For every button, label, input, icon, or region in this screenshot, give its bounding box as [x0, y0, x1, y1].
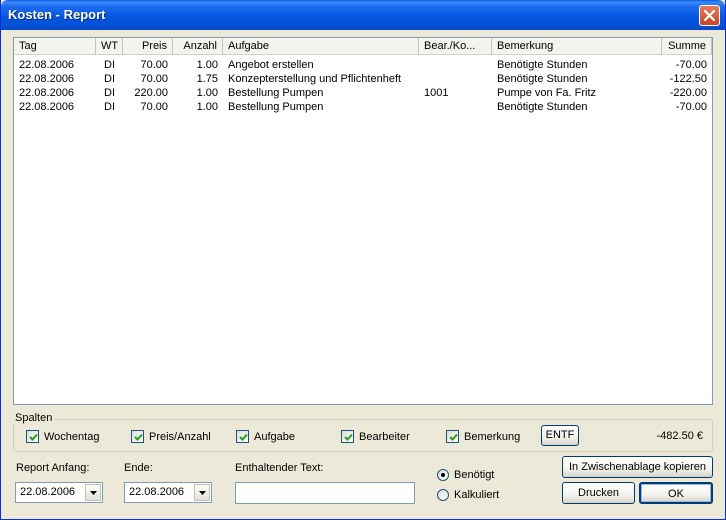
cell-preis: 220.00 — [134, 87, 168, 99]
total-sum: -482.50 € — [656, 430, 703, 442]
dropdown-button[interactable] — [194, 484, 210, 501]
cell-anzahl: 1.00 — [196, 59, 218, 71]
cell-summe: -70.00 — [675, 59, 707, 71]
checkbox-label: Preis/Anzahl — [149, 431, 211, 443]
table-row[interactable]: 22.08.2006 DI 70.00 1.00 Bestellung Pump… — [14, 100, 712, 114]
cell-wt: DI — [104, 59, 115, 71]
entf-button[interactable]: ENTF — [541, 425, 579, 446]
chevron-down-icon — [199, 491, 206, 495]
cell-preis: 70.00 — [140, 73, 168, 85]
cell-wt: DI — [104, 101, 115, 113]
report-start-value: 22.08.2006 — [20, 486, 76, 498]
cell-preis: 70.00 — [140, 101, 168, 113]
checkmark-icon — [449, 433, 458, 441]
checkbox-label: Wochentag — [44, 431, 100, 443]
report-start-label: Report Anfang: — [16, 462, 90, 474]
title-bar[interactable]: Kosten - Report — [1, 0, 725, 30]
checkmark-icon — [134, 433, 143, 441]
column-header-bemerkung[interactable]: Bemerkung — [492, 38, 662, 55]
radio-label: Benötigt — [454, 469, 495, 481]
cell-bemerkung: Pumpe von Fa. Fritz — [497, 87, 597, 99]
cell-aufgabe: Angebot erstellen — [228, 59, 314, 71]
chevron-down-icon — [90, 491, 97, 495]
cell-summe: -220.00 — [669, 87, 707, 99]
report-end-value: 22.08.2006 — [129, 486, 185, 498]
checkbox-label: Bemerkung — [464, 431, 521, 443]
column-header-bearbeiter[interactable]: Bear./Ko... — [419, 38, 492, 55]
print-button[interactable]: Drucken — [562, 482, 635, 504]
close-button[interactable] — [699, 5, 720, 26]
columns-group-legend: Spalten — [13, 412, 55, 424]
cell-bearbeiter: 1001 — [424, 87, 449, 99]
search-text-input[interactable] — [235, 482, 415, 504]
cell-preis: 70.00 — [140, 59, 168, 71]
table-row[interactable]: 22.08.2006 DI 70.00 1.00 Angebot erstell… — [14, 58, 712, 72]
window-title: Kosten - Report — [8, 7, 106, 22]
column-header-anzahl[interactable]: Anzahl — [173, 38, 223, 55]
checkbox-label: Aufgabe — [254, 431, 295, 443]
cell-anzahl: 1.00 — [196, 101, 218, 113]
cell-bemerkung: Benötigte Stunden — [497, 73, 588, 85]
report-end-label: Ende: — [124, 462, 153, 474]
ok-button[interactable]: OK — [639, 482, 713, 504]
report-end-date[interactable]: 22.08.2006 — [124, 482, 212, 503]
cell-tag: 22.08.2006 — [19, 87, 75, 99]
cell-wt: DI — [104, 87, 115, 99]
report-list[interactable]: Tag WT Preis Anzahl Aufgabe Bear./Ko... … — [13, 37, 713, 405]
report-start-date[interactable]: 22.08.2006 — [15, 482, 103, 503]
checkmark-icon — [344, 433, 353, 441]
cell-summe: -70.00 — [675, 101, 707, 113]
cell-bemerkung: Benötigte Stunden — [497, 59, 588, 71]
search-text-label: Enthaltender Text: — [235, 462, 324, 474]
cell-bearbeiter — [419, 72, 492, 86]
radio-selected-dot — [441, 473, 445, 477]
table-row[interactable]: 22.08.2006 DI 70.00 1.75 Konzepterstellu… — [14, 72, 712, 86]
cell-anzahl: 1.75 — [196, 73, 218, 85]
cell-tag: 22.08.2006 — [19, 59, 75, 71]
cell-tag: 22.08.2006 — [19, 73, 75, 85]
close-icon — [703, 9, 716, 22]
cell-tag: 22.08.2006 — [19, 101, 75, 113]
dropdown-button[interactable] — [85, 484, 101, 501]
cell-summe: -122.50 — [669, 73, 707, 85]
report-window: Kosten - Report Tag WT Preis Anzahl Aufg… — [0, 0, 726, 520]
checkmark-icon — [29, 433, 38, 441]
column-header-wt[interactable]: WT — [96, 38, 123, 55]
cell-anzahl: 1.00 — [196, 87, 218, 99]
radio-label: Kalkuliert — [454, 489, 500, 501]
column-header-preis[interactable]: Preis — [123, 38, 173, 55]
cell-aufgabe: Bestellung Pumpen — [228, 101, 324, 113]
checkbox-label: Bearbeiter — [359, 431, 410, 443]
cell-aufgabe: Bestellung Pumpen — [228, 87, 324, 99]
cell-bearbeiter — [419, 58, 492, 72]
column-header-summe[interactable]: Summe — [662, 38, 712, 55]
cell-wt: DI — [104, 73, 115, 85]
column-header-tag[interactable]: Tag — [14, 38, 96, 55]
copy-to-clipboard-button[interactable]: In Zwischenablage kopieren — [562, 456, 713, 478]
list-header: Tag WT Preis Anzahl Aufgabe Bear./Ko... … — [14, 38, 712, 55]
checkmark-icon — [239, 433, 248, 441]
cell-aufgabe: Konzepterstellung und Pflichtenheft — [228, 73, 402, 85]
column-header-aufgabe[interactable]: Aufgabe — [223, 38, 419, 55]
cell-bemerkung: Benötigte Stunden — [497, 101, 588, 113]
table-row[interactable]: 22.08.2006 DI 220.00 1.00 Bestellung Pum… — [14, 86, 712, 100]
cell-bearbeiter — [419, 100, 492, 114]
